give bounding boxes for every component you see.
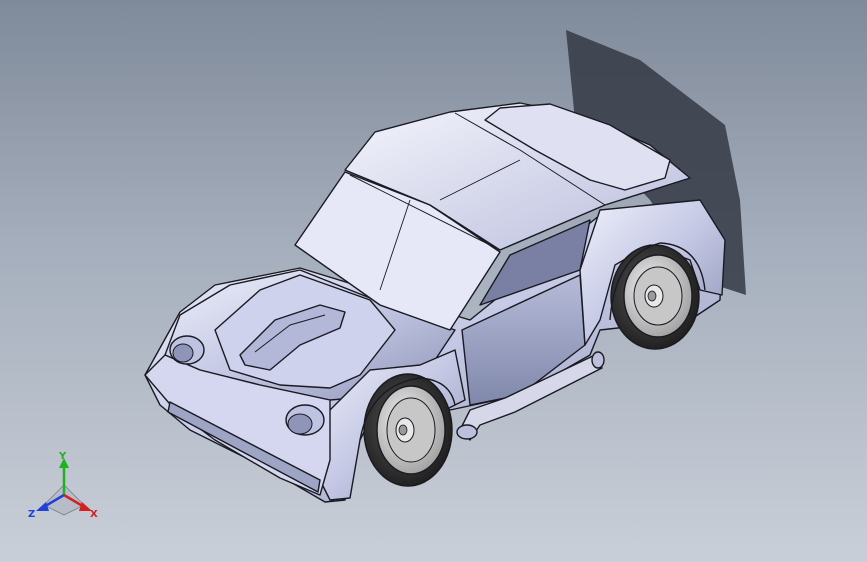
- rear-wheel: [610, 244, 700, 350]
- front-wheel: [363, 373, 453, 487]
- graphics-viewport[interactable]: Y X Z: [0, 0, 867, 562]
- car-model[interactable]: [144, 102, 726, 503]
- x-axis-label: X: [90, 509, 98, 520]
- y-axis-label: Y: [58, 451, 67, 462]
- z-axis-label: Z: [28, 509, 35, 520]
- coordinate-triad: Y X Z: [28, 451, 98, 520]
